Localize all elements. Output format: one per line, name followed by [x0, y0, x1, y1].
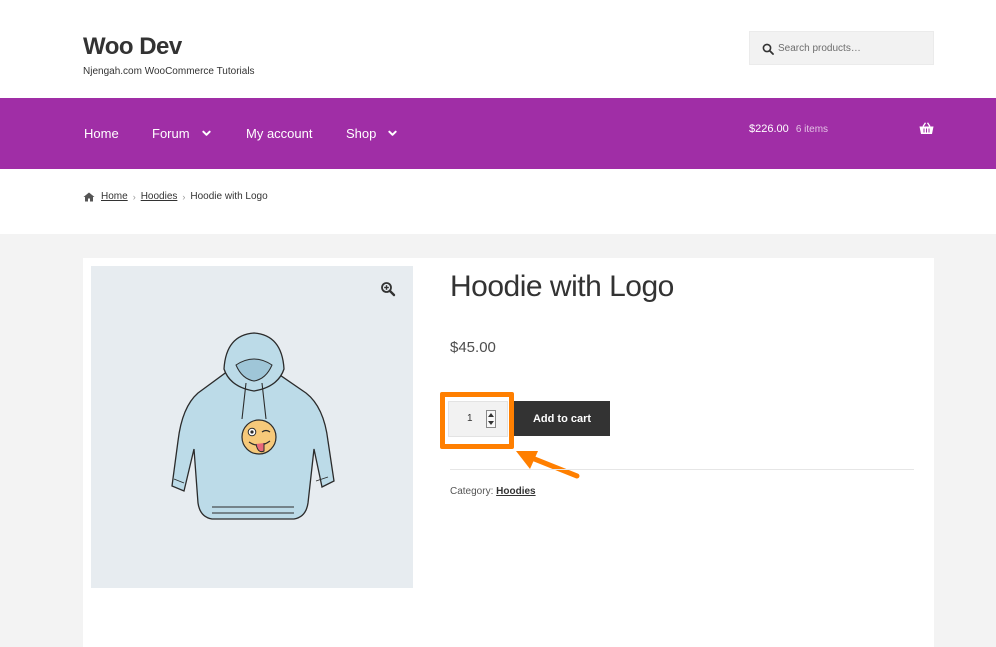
nav-item-label: My account	[246, 126, 313, 141]
product-gallery[interactable]	[91, 266, 413, 588]
hoodie-image	[171, 332, 335, 520]
breadcrumb: Home › Hoodies › Hoodie with Logo	[83, 191, 268, 202]
site-title[interactable]: Woo Dev	[83, 33, 182, 61]
nav-item-label: Home	[84, 126, 119, 141]
breadcrumb-separator-icon: ›	[132, 191, 136, 202]
spin-down-icon[interactable]	[488, 421, 494, 425]
site-header: Woo Dev Njengah.com WooCommerce Tutorial…	[0, 0, 996, 98]
chevron-down-icon	[201, 130, 211, 136]
product-price: $45.00	[450, 339, 496, 356]
nav-item-label: Forum	[152, 126, 190, 141]
quantity-spinner[interactable]	[486, 410, 496, 428]
home-icon	[83, 192, 95, 201]
breadcrumb-area: Home › Hoodies › Hoodie with Logo	[0, 169, 996, 234]
category-label: Category:	[450, 486, 494, 497]
cart-total: $226.00	[749, 123, 789, 135]
spin-up-icon[interactable]	[488, 413, 494, 417]
nav-item-shop[interactable]: Shop	[346, 126, 398, 141]
search-input[interactable]	[778, 32, 928, 64]
cart-item-count: 6 items	[795, 124, 829, 135]
nav-item-home[interactable]: Home	[84, 126, 119, 141]
category-link[interactable]: Hoodies	[496, 486, 535, 497]
nav-item-forum[interactable]: Forum	[152, 126, 211, 141]
primary-navigation: Home Forum My account Shop $226.00 6 ite…	[0, 98, 996, 169]
breadcrumb-link-home[interactable]: Home	[101, 191, 128, 202]
zoom-icon[interactable]	[380, 281, 396, 297]
arrow-icon	[516, 451, 580, 479]
cart-summary[interactable]: $226.00 6 items	[749, 123, 828, 135]
breadcrumb-current: Hoodie with Logo	[190, 191, 268, 202]
nav-item-my-account[interactable]: My account	[246, 126, 312, 141]
quantity-stepper[interactable]: 1	[448, 401, 508, 437]
divider	[450, 469, 914, 470]
nav-item-label: Shop	[346, 126, 377, 141]
quantity-value[interactable]: 1	[467, 413, 473, 424]
site-tagline: Njengah.com WooCommerce Tutorials	[83, 66, 255, 77]
add-to-cart-button[interactable]: Add to cart	[514, 401, 610, 436]
search-icon	[762, 43, 774, 55]
chevron-down-icon	[388, 130, 398, 136]
product-meta: Category: Hoodies	[450, 486, 536, 497]
breadcrumb-separator-icon: ›	[182, 191, 186, 202]
breadcrumb-link-hoodies[interactable]: Hoodies	[141, 191, 178, 202]
search-box[interactable]	[749, 31, 934, 65]
product-title: Hoodie with Logo	[450, 270, 674, 303]
product-content: Hoodie with Logo $45.00 1 Add to cart Ca…	[83, 258, 934, 647]
basket-icon[interactable]	[919, 122, 934, 135]
